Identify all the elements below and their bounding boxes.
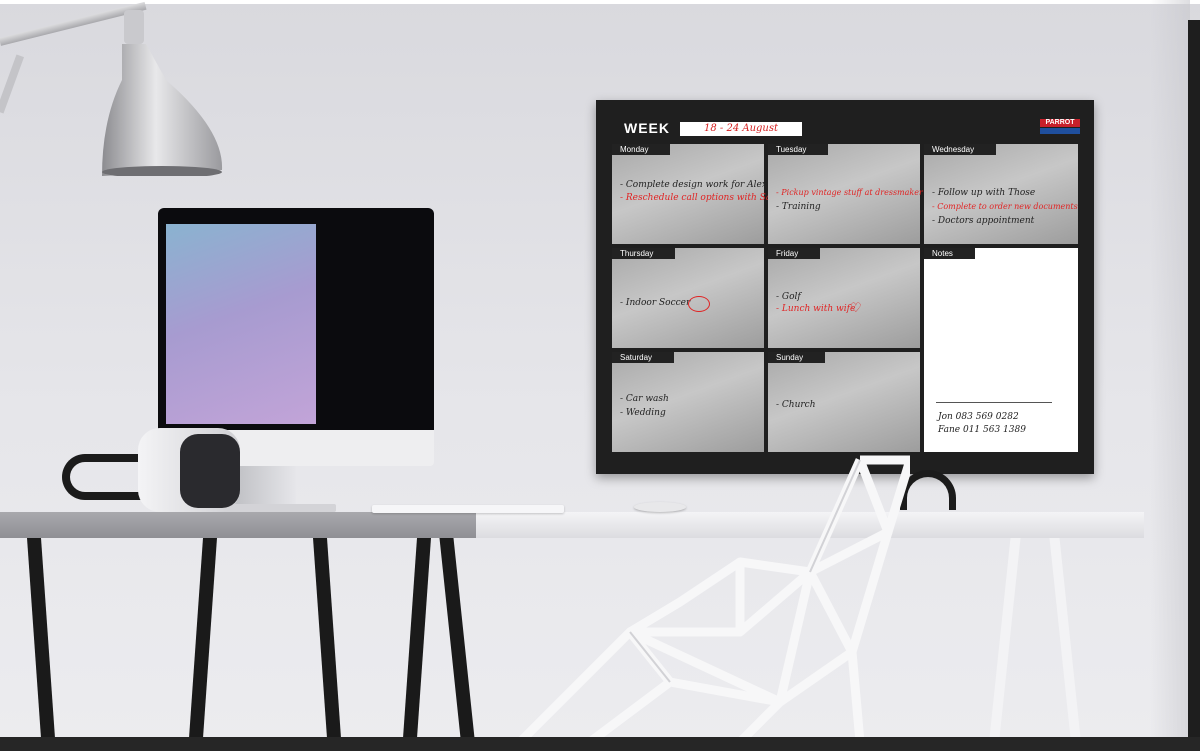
note-line: Fane 011 563 1389 [938,425,1026,435]
day-cell-saturday: Saturday - Car wash - Wedding [612,352,764,452]
task-item: - Wedding [620,408,666,418]
planner-header: WEEK 18 - 24 August PARROT [596,100,1094,144]
smiley-doodle-icon [688,296,710,312]
wall-shadow [1150,0,1190,740]
day-label: Wednesday [924,144,997,155]
task-item: - Car wash [620,394,669,404]
bottom-border [0,737,1200,751]
white-chair [516,455,910,742]
date-range: 18 - 24 August [680,122,802,136]
desk-leg [189,538,217,738]
desk-leg [27,538,55,738]
day-cell-monday: Monday - Complete design work for Alex -… [612,144,781,244]
lamp-shade [102,10,223,176]
day-label: Monday [612,144,671,155]
task-item: - Training [776,202,821,212]
monitor-screen [158,208,434,430]
notes-divider [936,402,1052,403]
task-item: - Complete to order new documents [932,202,1078,211]
weekly-planner-board: WEEK 18 - 24 August PARROT Monday - Comp… [596,100,1094,474]
desk-leg [439,538,475,738]
task-item: - Doctors appointment [932,216,1035,226]
task-item: - Golf [776,292,801,302]
brand-logo: PARROT [1040,119,1080,137]
task-item: - Church [776,400,816,410]
notes-label: Notes [924,248,975,259]
day-cell-sunday: Sunday - Church [768,352,920,452]
task-item: - Pickup vintage stuff at dressmaker [776,188,923,197]
day-cell-thursday: Thursday - Indoor Soccer [612,248,764,348]
desk-leg-white [1049,538,1081,738]
task-item: - Indoor Soccer [620,298,691,308]
day-label: Thursday [612,248,676,259]
task-item: - Lunch with wife [776,304,856,314]
top-border [0,0,1200,4]
task-item: - Complete design work for Alex [620,180,767,190]
desk-leg [313,538,341,738]
day-cell-friday: Friday - Golf - Lunch with wife ♡ [768,248,920,348]
task-item: - Reschedule call options with Sara [620,193,781,203]
right-border [1188,20,1200,751]
day-label: Friday [768,248,821,259]
brand-logo-stripe [1040,128,1080,134]
vr-headset [62,428,240,512]
day-label: Tuesday [768,144,829,155]
day-label: Sunday [768,352,826,363]
day-cell-tuesday: Tuesday - Pickup vintage stuff at dressm… [768,144,923,244]
lamp-arm-lower [0,54,25,114]
vr-faceplate [180,434,240,508]
screen-wallpaper [166,224,316,424]
note-line: Jon 083 569 0282 [938,412,1019,422]
week-label: WEEK [624,120,670,136]
desk-leg-white [989,538,1021,738]
office-photo: WEEK 18 - 24 August PARROT Monday - Comp… [0,0,1200,751]
heart-doodle-icon: ♡ [850,300,862,315]
desk-top-grey [0,512,476,538]
day-cell-wednesday: Wednesday - Follow up with Those - Compl… [924,144,1078,244]
brand-logo-text: PARROT [1040,119,1080,127]
task-item: - Follow up with Those [932,188,1036,198]
desk-leg [403,538,431,738]
day-label: Saturday [612,352,675,363]
notes-cell: Notes Jon 083 569 0282 Fane 011 563 1389 [924,248,1078,452]
